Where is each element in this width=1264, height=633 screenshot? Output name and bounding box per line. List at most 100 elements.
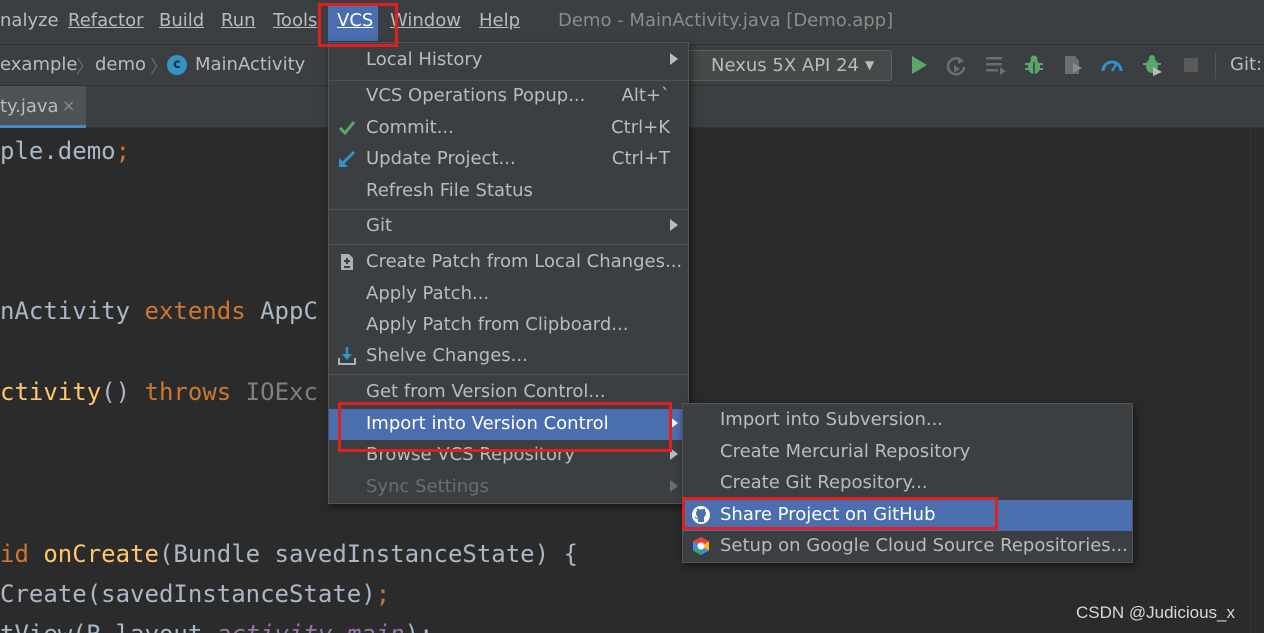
- apply-changes-icon[interactable]: [944, 53, 968, 77]
- menu-help[interactable]: Help: [479, 10, 520, 31]
- menu-item-google-cloud-source[interactable]: Setup on Google Cloud Source Repositorie…: [683, 531, 1132, 562]
- coverage-icon[interactable]: [1061, 53, 1085, 77]
- code-token: tView(R.layout.: [0, 620, 217, 633]
- check-icon: [338, 121, 356, 136]
- device-selector-label: Nexus 5X API 24: [711, 55, 859, 76]
- watermark: CSDN @Judicious_x: [1076, 603, 1235, 622]
- menu-window-label: Window: [390, 10, 461, 31]
- shelve-icon: [338, 347, 356, 365]
- code-token: extends: [144, 297, 261, 325]
- code-token: id: [0, 540, 44, 568]
- code-line: ctivity() throws IOExc: [0, 378, 318, 406]
- menu-item-label: Update Project...: [366, 148, 516, 169]
- main-menu-bar: nalyze Refactor Build Run Tools VCS Wind…: [0, 0, 1264, 44]
- apply-code-changes-icon[interactable]: [984, 53, 1008, 77]
- menu-item-apply-patch[interactable]: Apply Patch...: [329, 279, 688, 310]
- breadcrumb-separator-icon: 〉: [76, 57, 94, 78]
- editor-scrollbar[interactable]: [1250, 128, 1264, 633]
- menu-refactor[interactable]: Refactor: [68, 10, 144, 31]
- menu-item-create-mercurial-repo[interactable]: Create Mercurial Repository: [683, 437, 1132, 468]
- submenu-arrow-icon: [670, 219, 678, 231]
- menu-item-get-from-vcs[interactable]: Get from Version Control...: [329, 377, 688, 408]
- menu-item-import-into-vcs[interactable]: Import into Version Control: [329, 409, 688, 440]
- code-token: Create(savedInstanceState): [0, 580, 376, 608]
- menu-item-label: Create Git Repository...: [720, 472, 928, 493]
- window-title: Demo - MainActivity.java [Demo.app]: [558, 10, 894, 31]
- menu-vcs[interactable]: VCS: [328, 3, 378, 41]
- code-token: AppC: [260, 297, 318, 325]
- menu-item-label: Share Project on GitHub: [720, 504, 936, 525]
- device-selector[interactable]: Nexus 5X API 24 ▼: [682, 50, 892, 81]
- menu-item-label: Refresh File Status: [366, 180, 533, 201]
- menu-item-label: Git: [366, 215, 393, 236]
- code-line: nActivity extends AppC: [0, 297, 318, 325]
- tab-mainactivity-java[interactable]: ty.java ×: [0, 86, 86, 128]
- menu-item-label: Apply Patch from Clipboard...: [366, 314, 629, 335]
- menu-item-label: Browse VCS Repository: [366, 444, 576, 465]
- code-token: (): [101, 378, 145, 406]
- menu-item-label: Sync Settings: [366, 476, 489, 497]
- code-token: activity_main: [217, 620, 405, 633]
- menu-tools-label: Tools: [273, 10, 318, 31]
- menu-item-update-project[interactable]: Update Project... Ctrl+T: [329, 144, 688, 175]
- breadcrumb-separator-icon: 〉: [150, 57, 168, 78]
- menu-item-shortcut: Alt+`: [621, 85, 670, 106]
- menu-tools[interactable]: Tools: [273, 10, 317, 31]
- code-line: Create(savedInstanceState);: [0, 580, 390, 608]
- menu-window[interactable]: Window: [390, 10, 461, 31]
- breadcrumb-demo[interactable]: demo: [95, 54, 146, 75]
- code-token: IOExc: [245, 378, 318, 406]
- breadcrumb-example[interactable]: example: [0, 54, 77, 75]
- run-icon[interactable]: [907, 53, 931, 77]
- import-into-vcs-submenu: Import into Subversion... Create Mercuri…: [682, 403, 1133, 563]
- breadcrumb-mainactivity[interactable]: MainActivity: [195, 54, 305, 75]
- menu-item-local-history[interactable]: Local History: [329, 45, 688, 76]
- menu-item-label: VCS Operations Popup...: [366, 85, 586, 106]
- code-token: (Bundle savedInstanceState) {: [158, 540, 578, 568]
- menu-item-share-on-github[interactable]: Share Project on GitHub: [683, 500, 1132, 531]
- code-token: ple.demo: [0, 137, 116, 165]
- menu-refactor-label: Refactor: [68, 10, 144, 31]
- code-line: ple.demo;: [0, 137, 130, 165]
- code-token: onCreate: [43, 540, 159, 568]
- menu-run[interactable]: Run: [221, 10, 256, 31]
- menu-item-create-git-repo[interactable]: Create Git Repository...: [683, 468, 1132, 499]
- chevron-down-icon: ▼: [865, 58, 875, 72]
- menu-item-create-patch[interactable]: Create Patch from Local Changes...: [329, 247, 688, 278]
- menu-item-label: Create Patch from Local Changes...: [366, 251, 683, 272]
- menu-item-label: Shelve Changes...: [366, 345, 528, 366]
- menu-item-label: Get from Version Control...: [366, 381, 606, 402]
- github-icon: [692, 506, 710, 524]
- menu-item-shelve-changes[interactable]: Shelve Changes...: [329, 341, 688, 372]
- menu-item-label: Apply Patch...: [366, 283, 490, 304]
- submenu-arrow-icon: [670, 53, 678, 65]
- menu-item-git[interactable]: Git: [329, 211, 688, 242]
- code-line: tView(R.layout.activity_main);: [0, 620, 434, 633]
- close-icon[interactable]: ×: [62, 96, 75, 115]
- menu-item-label: Commit...: [366, 117, 454, 138]
- menu-item-refresh-file-status[interactable]: Refresh File Status: [329, 176, 688, 207]
- menu-analyze[interactable]: nalyze: [0, 10, 59, 31]
- debug-icon[interactable]: [1022, 53, 1046, 77]
- patch-icon: [341, 254, 353, 270]
- menu-item-shortcut: Ctrl+T: [611, 148, 670, 169]
- code-token: ctivity: [0, 378, 102, 406]
- attach-debugger-icon[interactable]: [1140, 53, 1164, 77]
- menu-item-apply-patch-clipboard[interactable]: Apply Patch from Clipboard...: [329, 310, 688, 341]
- menu-build-label: Build: [159, 10, 205, 31]
- code-token: ;: [375, 580, 391, 608]
- stop-icon[interactable]: [1179, 53, 1203, 77]
- menu-item-label: Import into Version Control: [366, 413, 609, 434]
- menu-item-import-into-subversion[interactable]: Import into Subversion...: [683, 405, 1132, 436]
- menu-run-label: Run: [221, 10, 256, 31]
- menu-item-shortcut: Ctrl+K: [611, 117, 670, 138]
- menu-item-commit[interactable]: Commit... Ctrl+K: [329, 113, 688, 144]
- code-token: throws: [144, 378, 246, 406]
- menu-item-label: Create Mercurial Repository: [720, 441, 971, 462]
- menu-build[interactable]: Build: [159, 10, 204, 31]
- menu-item-vcs-operations-popup[interactable]: VCS Operations Popup... Alt+`: [329, 81, 688, 112]
- menu-separator: [329, 374, 688, 375]
- profile-icon[interactable]: [1100, 53, 1124, 77]
- menu-item-label: Setup on Google Cloud Source Repositorie…: [720, 535, 1128, 556]
- menu-item-browse-vcs-repository[interactable]: Browse VCS Repository: [329, 440, 688, 471]
